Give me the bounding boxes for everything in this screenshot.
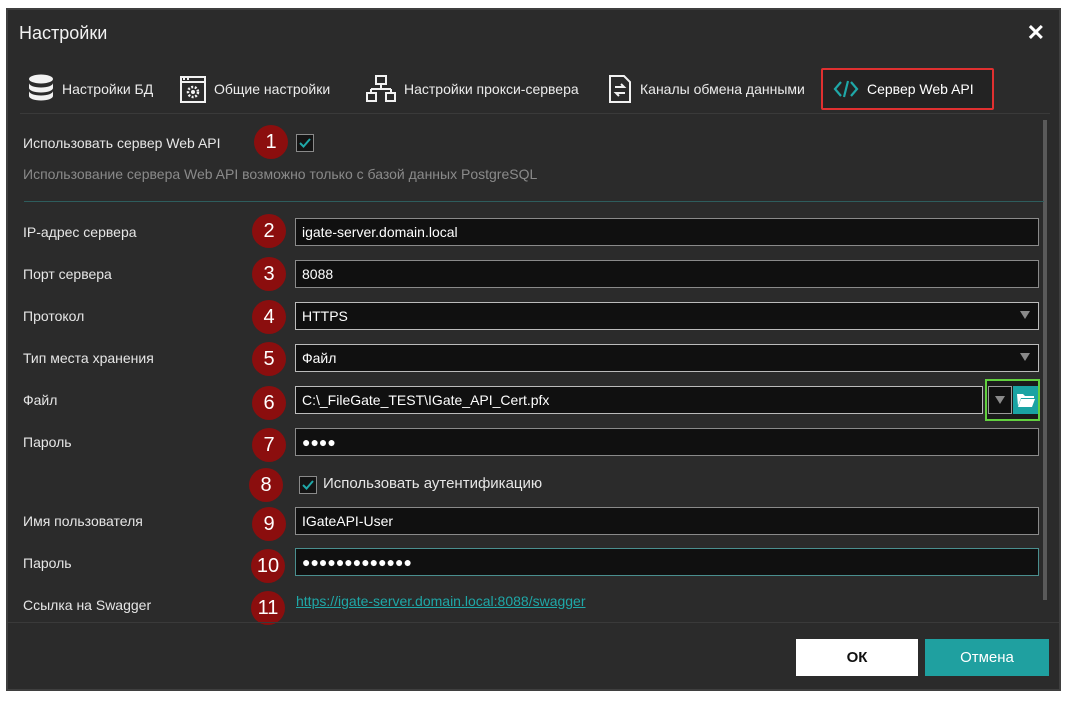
port-input[interactable]: 8088: [295, 260, 1039, 288]
protocol-select[interactable]: HTTPS: [295, 302, 1039, 330]
cert-password-label: Пароль: [23, 434, 72, 450]
tab-label: Настройки БД: [62, 81, 154, 97]
dialog-title: Настройки: [19, 23, 108, 43]
step-badge-3: 3: [252, 257, 286, 291]
swagger-label: Ссылка на Swagger: [23, 597, 152, 613]
tab-proxy-settings[interactable]: Настройки прокси-сервера: [366, 68, 579, 110]
user-password-label: Пароль: [23, 555, 72, 571]
file-dropdown-button[interactable]: [988, 386, 1012, 414]
step-badge-7: 7: [252, 428, 286, 462]
step-badge-5: 5: [252, 342, 286, 376]
file-label: Файл: [23, 392, 58, 408]
ip-input[interactable]: igate-server.domain.local: [295, 218, 1039, 246]
swagger-link[interactable]: https://igate-server.domain.local:8088/s…: [296, 593, 586, 609]
protocol-label: Протокол: [23, 308, 85, 324]
chevron-down-icon: [995, 396, 1005, 404]
file-path-input[interactable]: C:\_FileGate_TEST\IGate_API_Cert.pfx: [295, 386, 983, 414]
section-divider: [24, 201, 1044, 202]
step-badge-11: 11: [251, 591, 285, 625]
close-icon[interactable]: ✕: [1027, 20, 1045, 46]
step-badge-2: 2: [252, 214, 286, 248]
browse-folder-button[interactable]: [1013, 386, 1038, 414]
tab-web-api-server[interactable]: Сервер Web API: [821, 68, 994, 110]
tab-db-settings[interactable]: Настройки БД: [28, 68, 153, 110]
code-icon: [833, 80, 859, 98]
chevron-down-icon: [1020, 353, 1030, 361]
tab-bar: Настройки БД Общие настройки Настройки п…: [20, 68, 1050, 114]
tab-label: Сервер Web API: [867, 81, 974, 97]
step-badge-1: 1: [254, 125, 288, 159]
storage-label: Тип места хранения: [23, 350, 154, 366]
settings-dialog: Настройки ✕ Настройки БД Общие настройки: [6, 8, 1061, 691]
cert-password-input[interactable]: ●●●●: [295, 428, 1039, 456]
database-icon: [29, 74, 53, 101]
enable-webapi-checkbox[interactable]: [296, 134, 314, 152]
use-auth-checkbox[interactable]: [299, 476, 317, 494]
document-exchange-icon: [609, 75, 631, 103]
use-auth-label: Использовать аутентификацию: [323, 475, 543, 492]
tab-label: Общие настройки: [214, 81, 331, 97]
step-badge-9: 9: [252, 507, 286, 541]
tab-exchange-channels[interactable]: Каналы обмена данными: [608, 68, 805, 110]
tab-label: Настройки прокси-сервера: [404, 81, 579, 97]
step-badge-8: 8: [249, 468, 283, 502]
protocol-value: HTTPS: [302, 308, 348, 324]
storage-select[interactable]: Файл: [295, 344, 1039, 372]
username-label: Имя пользователя: [23, 513, 143, 529]
username-input[interactable]: IGateAPI-User: [295, 507, 1039, 535]
step-badge-10: 10: [251, 549, 285, 583]
tab-general-settings[interactable]: Общие настройки: [180, 68, 330, 110]
enable-webapi-label: Использовать сервер Web API: [23, 135, 221, 151]
scrollbar[interactable]: [1043, 120, 1047, 600]
port-label: Порт сервера: [23, 266, 112, 282]
window-gear-icon: [180, 76, 206, 103]
ok-button[interactable]: ОК: [796, 639, 918, 676]
network-icon: [366, 75, 396, 102]
ip-label: IP-адрес сервера: [23, 224, 137, 240]
checkmark-icon: [302, 480, 314, 490]
storage-value: Файл: [302, 350, 337, 366]
user-password-input[interactable]: ●●●●●●●●●●●●●: [295, 548, 1039, 576]
webapi-hint: Использование сервера Web API возможно т…: [23, 166, 538, 182]
cancel-button[interactable]: Отмена: [925, 639, 1049, 676]
chevron-down-icon: [1020, 311, 1030, 319]
tab-label: Каналы обмена данными: [640, 81, 805, 97]
step-badge-4: 4: [252, 300, 286, 334]
file-buttons-group: [985, 379, 1040, 421]
checkmark-icon: [299, 138, 311, 148]
folder-open-icon: [1016, 394, 1035, 407]
footer-divider: [8, 622, 1059, 623]
step-badge-6: 6: [252, 386, 286, 420]
